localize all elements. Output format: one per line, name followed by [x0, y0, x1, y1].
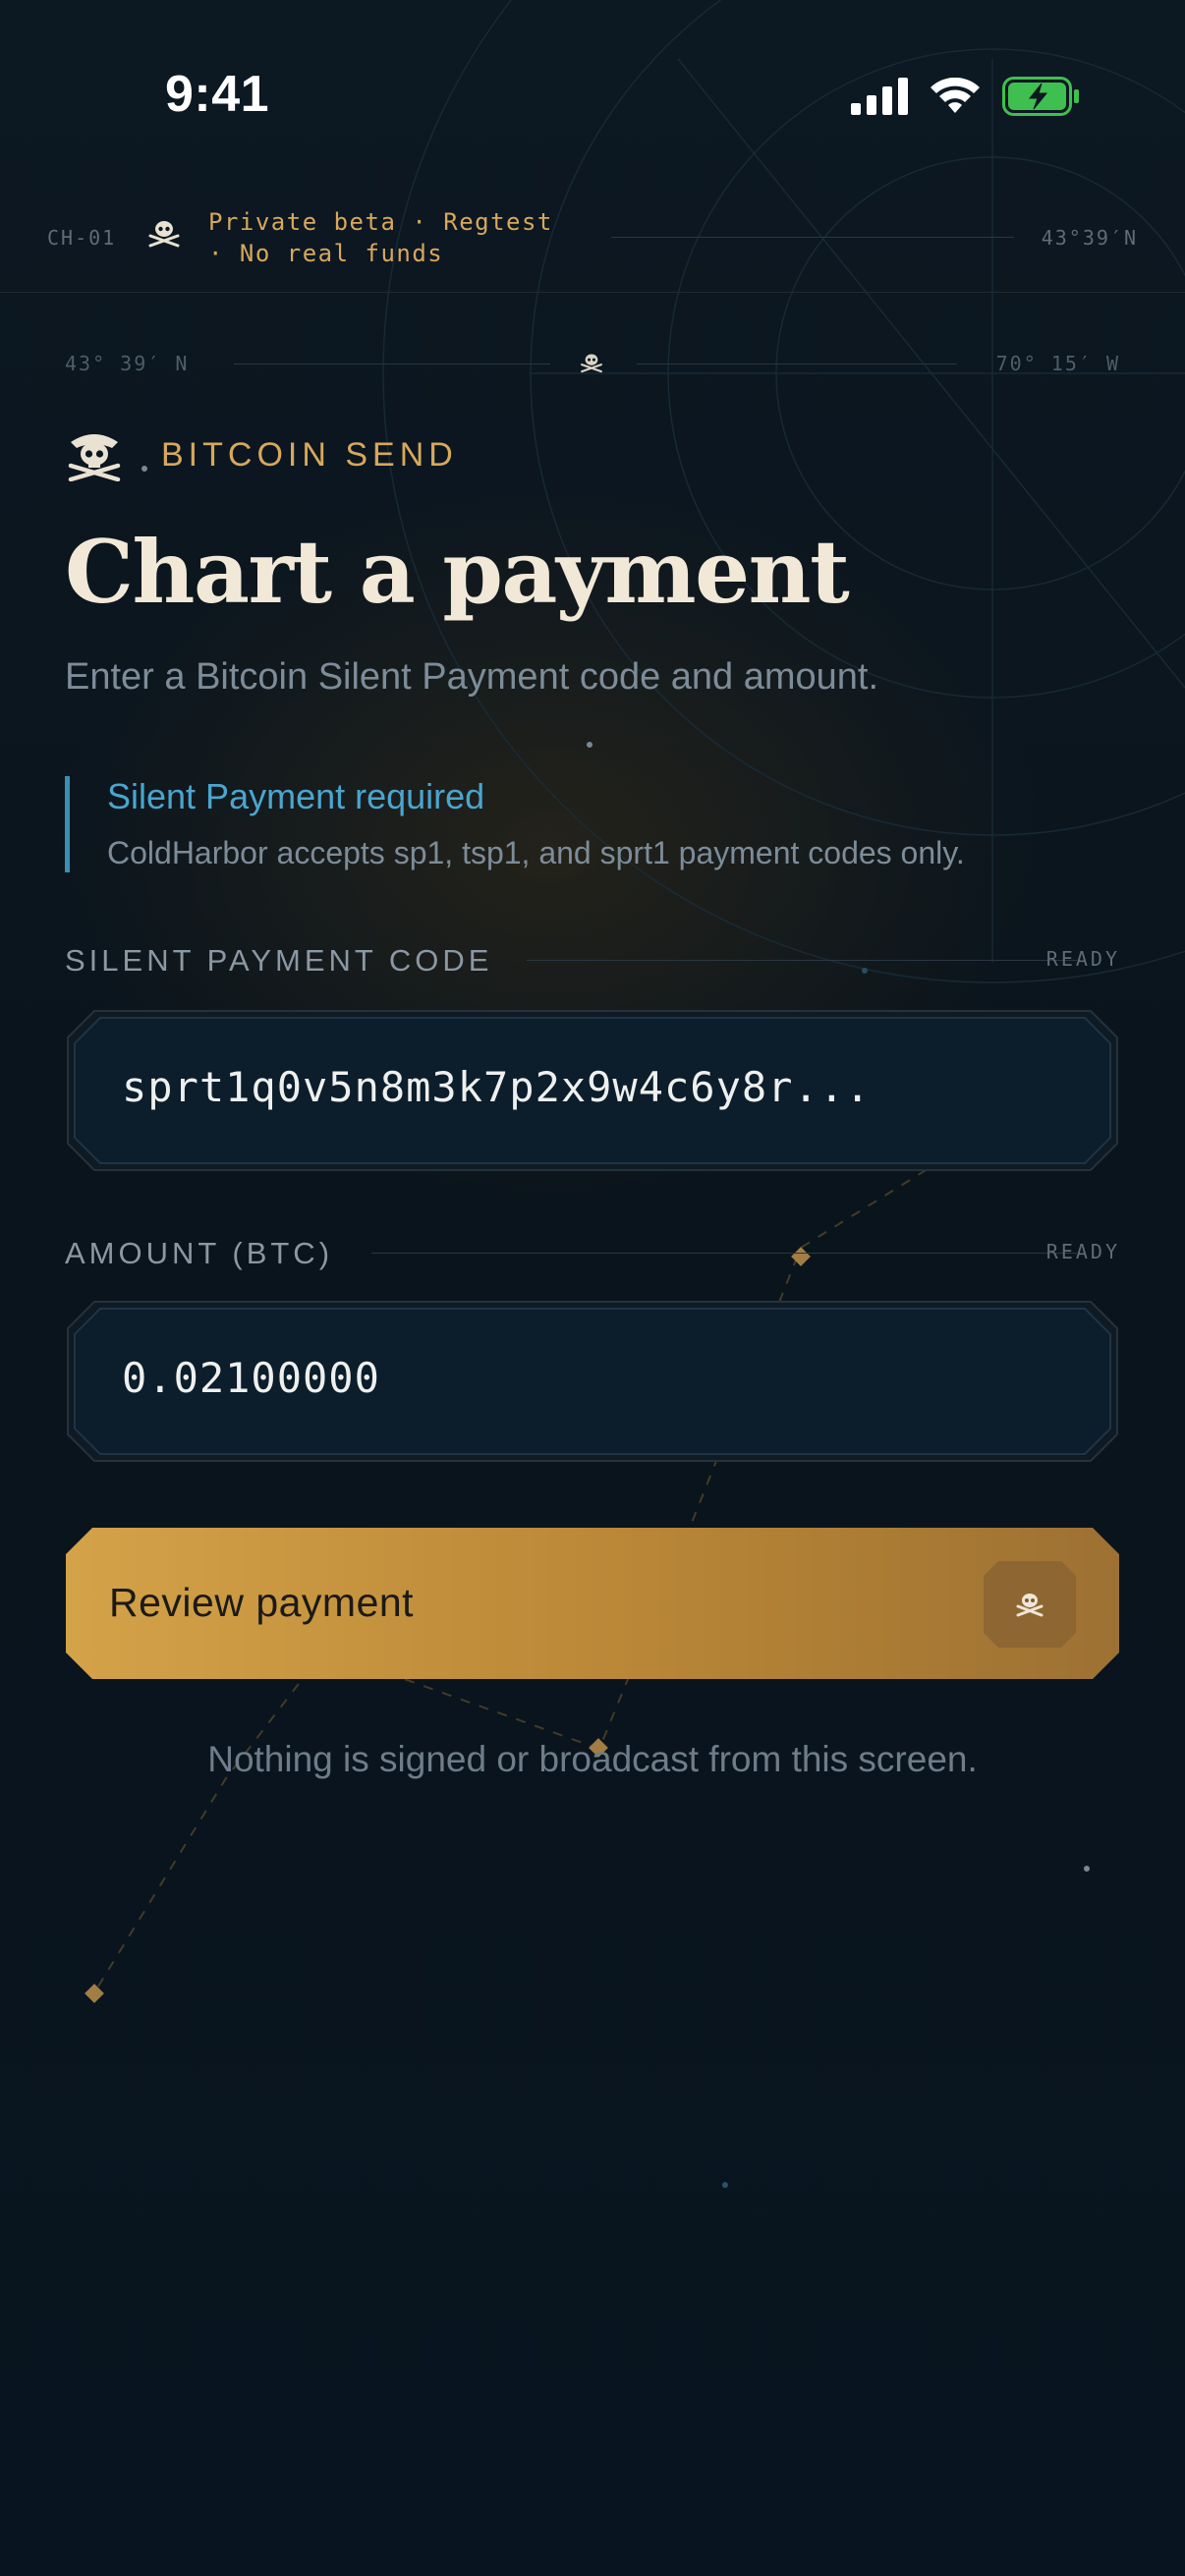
- longitude-label: 70° 15′ W: [995, 352, 1120, 375]
- section-label: BITCOIN SEND: [161, 435, 458, 474]
- divider: [527, 960, 1077, 961]
- skull-crossbones-icon: [148, 221, 180, 248]
- page-subtitle: Enter a Bitcoin Silent Payment code and …: [65, 656, 879, 698]
- payment-code-input[interactable]: sprt1q0v5n8m3k7p2x9w4c6y8r...: [65, 1008, 1120, 1173]
- status-bar: 9:41: [0, 0, 1185, 187]
- decorative-dot: [141, 466, 147, 472]
- payment-code-status: READY: [1045, 947, 1120, 971]
- status-time: 9:41: [165, 66, 270, 123]
- amount-value: 0.02100000: [122, 1354, 380, 1402]
- callout-body: ColdHarbor accepts sp1, tsp1, and sprt1 …: [107, 835, 965, 870]
- beta-coordinate: 43°39′N: [1041, 226, 1138, 250]
- coordinate-ruler: 43° 39′ N 70° 15′ W: [65, 350, 1120, 379]
- review-payment-label: Review payment: [109, 1580, 415, 1625]
- amount-input[interactable]: 0.02100000: [65, 1299, 1120, 1464]
- battery-charging-icon: [1002, 77, 1079, 116]
- beta-banner: CH-01 Private beta · Regtest · No real f…: [0, 187, 1185, 293]
- pirate-skull-icon: [68, 434, 121, 481]
- wifi-icon: [931, 78, 980, 113]
- page-title: Chart a payment: [65, 521, 850, 623]
- beta-notice-text: Private beta · Regtest · No real funds: [208, 208, 553, 267]
- amount-status: READY: [1045, 1240, 1120, 1263]
- section-eyebrow: BITCOIN SEND: [65, 428, 458, 481]
- payment-code-label: SILENT PAYMENT CODE: [65, 943, 493, 978]
- skull-crossbones-icon: [984, 1561, 1076, 1648]
- footnote: Nothing is signed or broadcast from this…: [207, 1739, 978, 1779]
- info-callout: Silent Payment required ColdHarbor accep…: [65, 776, 1126, 872]
- latitude-label: 43° 39′ N: [65, 352, 190, 375]
- divider: [611, 237, 1014, 238]
- cellular-signal-icon: [851, 78, 908, 115]
- amount-label-row: AMOUNT (BTC) READY: [65, 1236, 1120, 1271]
- payment-code-label-row: SILENT PAYMENT CODE READY: [65, 943, 1120, 979]
- status-icons: [851, 77, 1081, 116]
- channel-code: CH-01: [47, 226, 117, 250]
- review-payment-button[interactable]: Review payment: [65, 1527, 1120, 1680]
- nautical-chart-decoration: [85, 0, 1185, 2188]
- amount-label: AMOUNT (BTC): [65, 1236, 334, 1270]
- skull-crossbones-icon: [581, 354, 602, 373]
- payment-code-value: sprt1q0v5n8m3k7p2x9w4c6y8r...: [122, 1063, 872, 1111]
- divider: [371, 1253, 1077, 1254]
- callout-title: Silent Payment required: [107, 776, 485, 816]
